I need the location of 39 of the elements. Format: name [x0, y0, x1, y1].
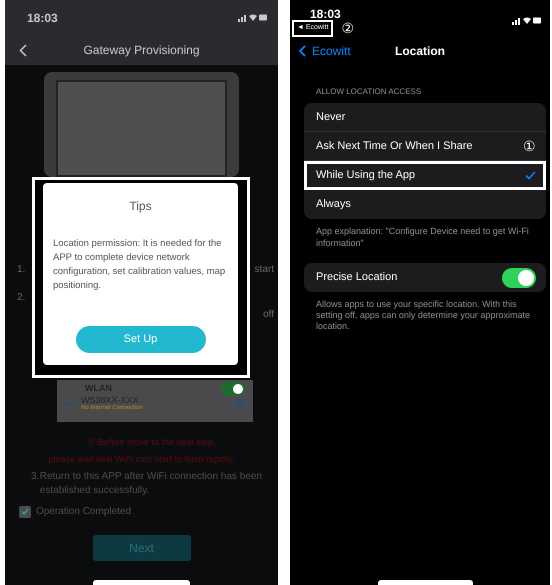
status-icons — [238, 13, 268, 22]
status-time: 18:03 — [27, 10, 58, 26]
explanation-text: App explanation: "Configure Device need to get Wi-Fi information" — [316, 225, 530, 249]
checkbox-label: Operation Completed — [36, 505, 132, 519]
location-option[interactable]: While Using the App — [304, 161, 546, 190]
dialog-title: Tips — [129, 198, 152, 215]
location-option[interactable]: Never — [304, 103, 546, 132]
annotation-marker: ① — [523, 139, 536, 153]
step-text: Return to this APP after WiFi connection has been established successfully. — [40, 470, 263, 498]
back-icon[interactable] — [19, 44, 27, 56]
option-label: Ask Next Time Or When I Share — [316, 138, 472, 154]
step-number: 3. — [31, 470, 40, 484]
warning-note: please wait until WiFi icon start to flash rapidly. — [48, 453, 236, 466]
status-icons — [512, 16, 542, 25]
option-label: Precise Location — [316, 270, 398, 286]
option-label: While Using the App — [316, 168, 416, 183]
screen-title: Location — [395, 43, 445, 60]
warning-note: ①:Before move to the next step, — [86, 436, 217, 449]
toggle-switch[interactable] — [221, 382, 245, 396]
dialog-message: Location permission: It is needed for the APP to complete device network configuration, set calibration values, map positioning. — [53, 237, 226, 293]
footer-text: Allows apps to use your specific location. With this setting off, apps can only determine your approximate location. — [316, 299, 531, 332]
checkbox[interactable] — [19, 506, 31, 518]
location-option[interactable]: Always — [304, 190, 546, 219]
option-label: Never — [316, 110, 346, 125]
option-label: Always — [316, 197, 351, 212]
step-number: 1. — [17, 263, 26, 275]
step-text: start — [254, 263, 274, 275]
back-icon — [299, 45, 306, 57]
annotation-marker: ② — [341, 21, 354, 36]
info-icon — [235, 398, 245, 408]
section-header: ALLOW LOCATION ACCESS — [316, 86, 422, 98]
location-option[interactable]: Ask Next Time Or When I Share ① — [304, 132, 546, 161]
screen-title: Gateway Provisioning — [83, 42, 200, 59]
back-link[interactable]: Ecowitt — [312, 42, 351, 60]
checkmark-icon — [525, 170, 536, 180]
toggle-switch[interactable] — [502, 268, 536, 288]
status-time: 18:03 — [310, 8, 342, 20]
step-text: off — [263, 308, 274, 322]
step-number: 2. — [17, 291, 26, 305]
